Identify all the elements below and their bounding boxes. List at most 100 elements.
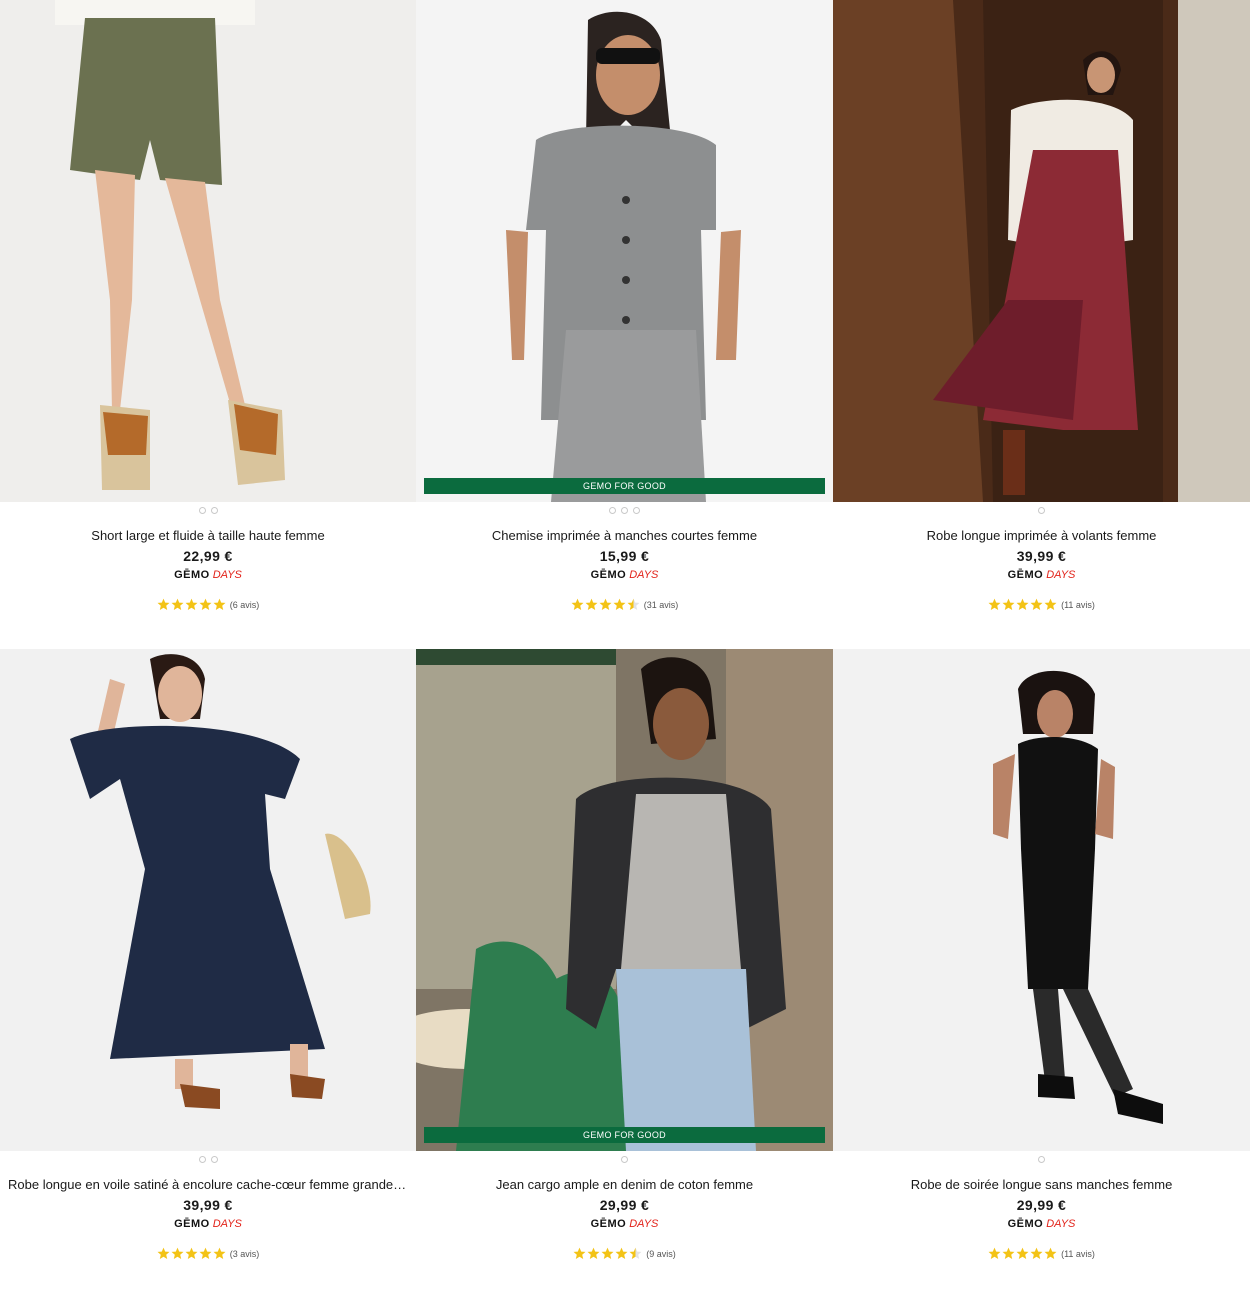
gemo-days-badge: GĒMO DAYS bbox=[174, 568, 242, 582]
product-card[interactable]: Short large et fluide à taille haute fem… bbox=[0, 0, 416, 649]
product-photo-maxi-dress bbox=[833, 0, 1250, 502]
star-icon bbox=[988, 598, 1001, 610]
star-icon bbox=[213, 1247, 226, 1259]
product-card[interactable]: Robe longue imprimée à volants femme 39,… bbox=[833, 0, 1250, 649]
badge-brand: GĒMO bbox=[590, 569, 627, 581]
promo-banner: GEMO FOR GOOD bbox=[424, 478, 825, 494]
star-icon bbox=[185, 1247, 198, 1259]
product-rating[interactable]: (9 avis) bbox=[424, 1247, 825, 1260]
gemo-days-badge: GĒMO DAYS bbox=[1008, 1217, 1076, 1231]
star-icon bbox=[587, 1247, 600, 1259]
rating-stars bbox=[157, 598, 226, 611]
review-count: (31 avis) bbox=[643, 599, 679, 610]
product-rating[interactable]: (31 avis) bbox=[424, 598, 825, 611]
carousel-dot[interactable] bbox=[198, 1155, 206, 1163]
product-image[interactable] bbox=[0, 649, 416, 1151]
promo-banner: GEMO FOR GOOD bbox=[424, 1127, 825, 1143]
review-count: (11 avis) bbox=[1061, 1248, 1095, 1259]
star-icon bbox=[988, 1247, 1001, 1259]
product-price: 39,99 € bbox=[1016, 548, 1067, 564]
review-count: (6 avis) bbox=[229, 599, 260, 610]
star-icon bbox=[571, 598, 584, 610]
product-rating[interactable]: (3 avis) bbox=[8, 1247, 408, 1260]
product-photo-navy-dress bbox=[0, 649, 416, 1151]
star-icon bbox=[213, 598, 226, 610]
carousel-dot[interactable] bbox=[1038, 1155, 1045, 1163]
star-icon bbox=[615, 1247, 628, 1259]
star-icon bbox=[599, 598, 612, 610]
rating-stars bbox=[571, 598, 640, 611]
star-icon bbox=[171, 1247, 184, 1259]
badge-days: DAYS bbox=[212, 569, 242, 581]
star-icon bbox=[157, 598, 170, 610]
product-rating[interactable]: (6 avis) bbox=[8, 598, 408, 611]
product-name[interactable]: Jean cargo ample en denim de coton femme bbox=[424, 1177, 825, 1193]
star-icon bbox=[1044, 598, 1057, 610]
carousel-dot[interactable] bbox=[633, 506, 640, 514]
badge-brand: GĒMO bbox=[174, 1218, 210, 1230]
carousel-dot[interactable] bbox=[210, 506, 218, 514]
product-name[interactable]: Short large et fluide à taille haute fem… bbox=[8, 528, 408, 544]
product-card[interactable]: Robe longue en voile satiné à encolure c… bbox=[0, 649, 416, 1298]
badge-days: DAYS bbox=[1046, 1218, 1076, 1230]
gemo-days-badge: GĒMO DAYS bbox=[591, 1217, 659, 1231]
star-icon bbox=[573, 1247, 586, 1259]
carousel-dot[interactable] bbox=[1038, 506, 1045, 514]
product-price: 29,99 € bbox=[1016, 1197, 1067, 1213]
product-photo-cargo-jeans bbox=[416, 649, 833, 1151]
product-price: 22,99 € bbox=[183, 548, 233, 564]
star-icon bbox=[613, 598, 626, 610]
star-icon bbox=[1016, 1247, 1029, 1259]
product-card[interactable]: GEMO FOR GOOD Chemise imprimée à manches… bbox=[416, 0, 833, 649]
product-price: 39,99 € bbox=[183, 1197, 233, 1213]
star-icon bbox=[627, 598, 640, 610]
badge-brand: GĒMO bbox=[1007, 569, 1044, 581]
product-name[interactable]: Robe longue imprimée à volants femme bbox=[841, 528, 1242, 544]
product-image[interactable] bbox=[0, 0, 416, 502]
product-card[interactable]: Robe de soirée longue sans manches femme… bbox=[833, 649, 1250, 1298]
carousel-dot[interactable] bbox=[621, 506, 628, 514]
rating-stars bbox=[157, 1247, 226, 1260]
carousel-dot[interactable] bbox=[210, 1155, 218, 1163]
product-card[interactable]: GEMO FOR GOOD Jean cargo ample en denim … bbox=[416, 649, 833, 1298]
carousel-dots bbox=[0, 503, 416, 517]
badge-brand: GĒMO bbox=[590, 1218, 627, 1230]
star-icon bbox=[199, 1247, 212, 1259]
badge-brand: GĒMO bbox=[174, 569, 210, 581]
star-icon bbox=[1044, 1247, 1057, 1259]
star-icon bbox=[1016, 598, 1029, 610]
product-name[interactable]: Robe de soirée longue sans manches femme bbox=[841, 1177, 1242, 1193]
star-icon bbox=[185, 598, 198, 610]
product-image[interactable]: GEMO FOR GOOD bbox=[416, 0, 833, 502]
product-name[interactable]: Robe longue en voile satiné à encolure c… bbox=[8, 1177, 408, 1193]
star-icon bbox=[171, 598, 184, 610]
carousel-dot[interactable] bbox=[198, 506, 206, 514]
product-image[interactable] bbox=[833, 0, 1250, 502]
carousel-dots bbox=[416, 503, 833, 517]
rating-stars bbox=[988, 598, 1057, 611]
carousel-dot[interactable] bbox=[621, 1155, 628, 1163]
star-icon bbox=[1002, 1247, 1015, 1259]
star-icon bbox=[1002, 598, 1015, 610]
badge-days: DAYS bbox=[629, 569, 659, 581]
rating-stars bbox=[573, 1247, 642, 1260]
product-name[interactable]: Chemise imprimée à manches courtes femme bbox=[424, 528, 825, 544]
product-rating[interactable]: (11 avis) bbox=[841, 598, 1242, 611]
badge-days: DAYS bbox=[629, 1218, 659, 1230]
carousel-dot[interactable] bbox=[609, 506, 616, 514]
rating-stars bbox=[988, 1247, 1057, 1260]
product-grid: Short large et fluide à taille haute fem… bbox=[0, 0, 1250, 1298]
star-icon bbox=[601, 1247, 614, 1259]
review-count: (3 avis) bbox=[229, 1248, 260, 1259]
badge-days: DAYS bbox=[1046, 569, 1076, 581]
product-rating[interactable]: (11 avis) bbox=[841, 1247, 1242, 1260]
product-photo-shorts bbox=[0, 0, 416, 502]
star-icon bbox=[1030, 598, 1043, 610]
product-price: 15,99 € bbox=[599, 548, 650, 564]
star-icon bbox=[629, 1247, 642, 1259]
gemo-days-badge: GĒMO DAYS bbox=[174, 1217, 242, 1231]
product-image[interactable] bbox=[833, 649, 1250, 1151]
product-price: 29,99 € bbox=[599, 1197, 650, 1213]
product-image[interactable]: GEMO FOR GOOD bbox=[416, 649, 833, 1151]
review-count: (9 avis) bbox=[646, 1248, 676, 1259]
